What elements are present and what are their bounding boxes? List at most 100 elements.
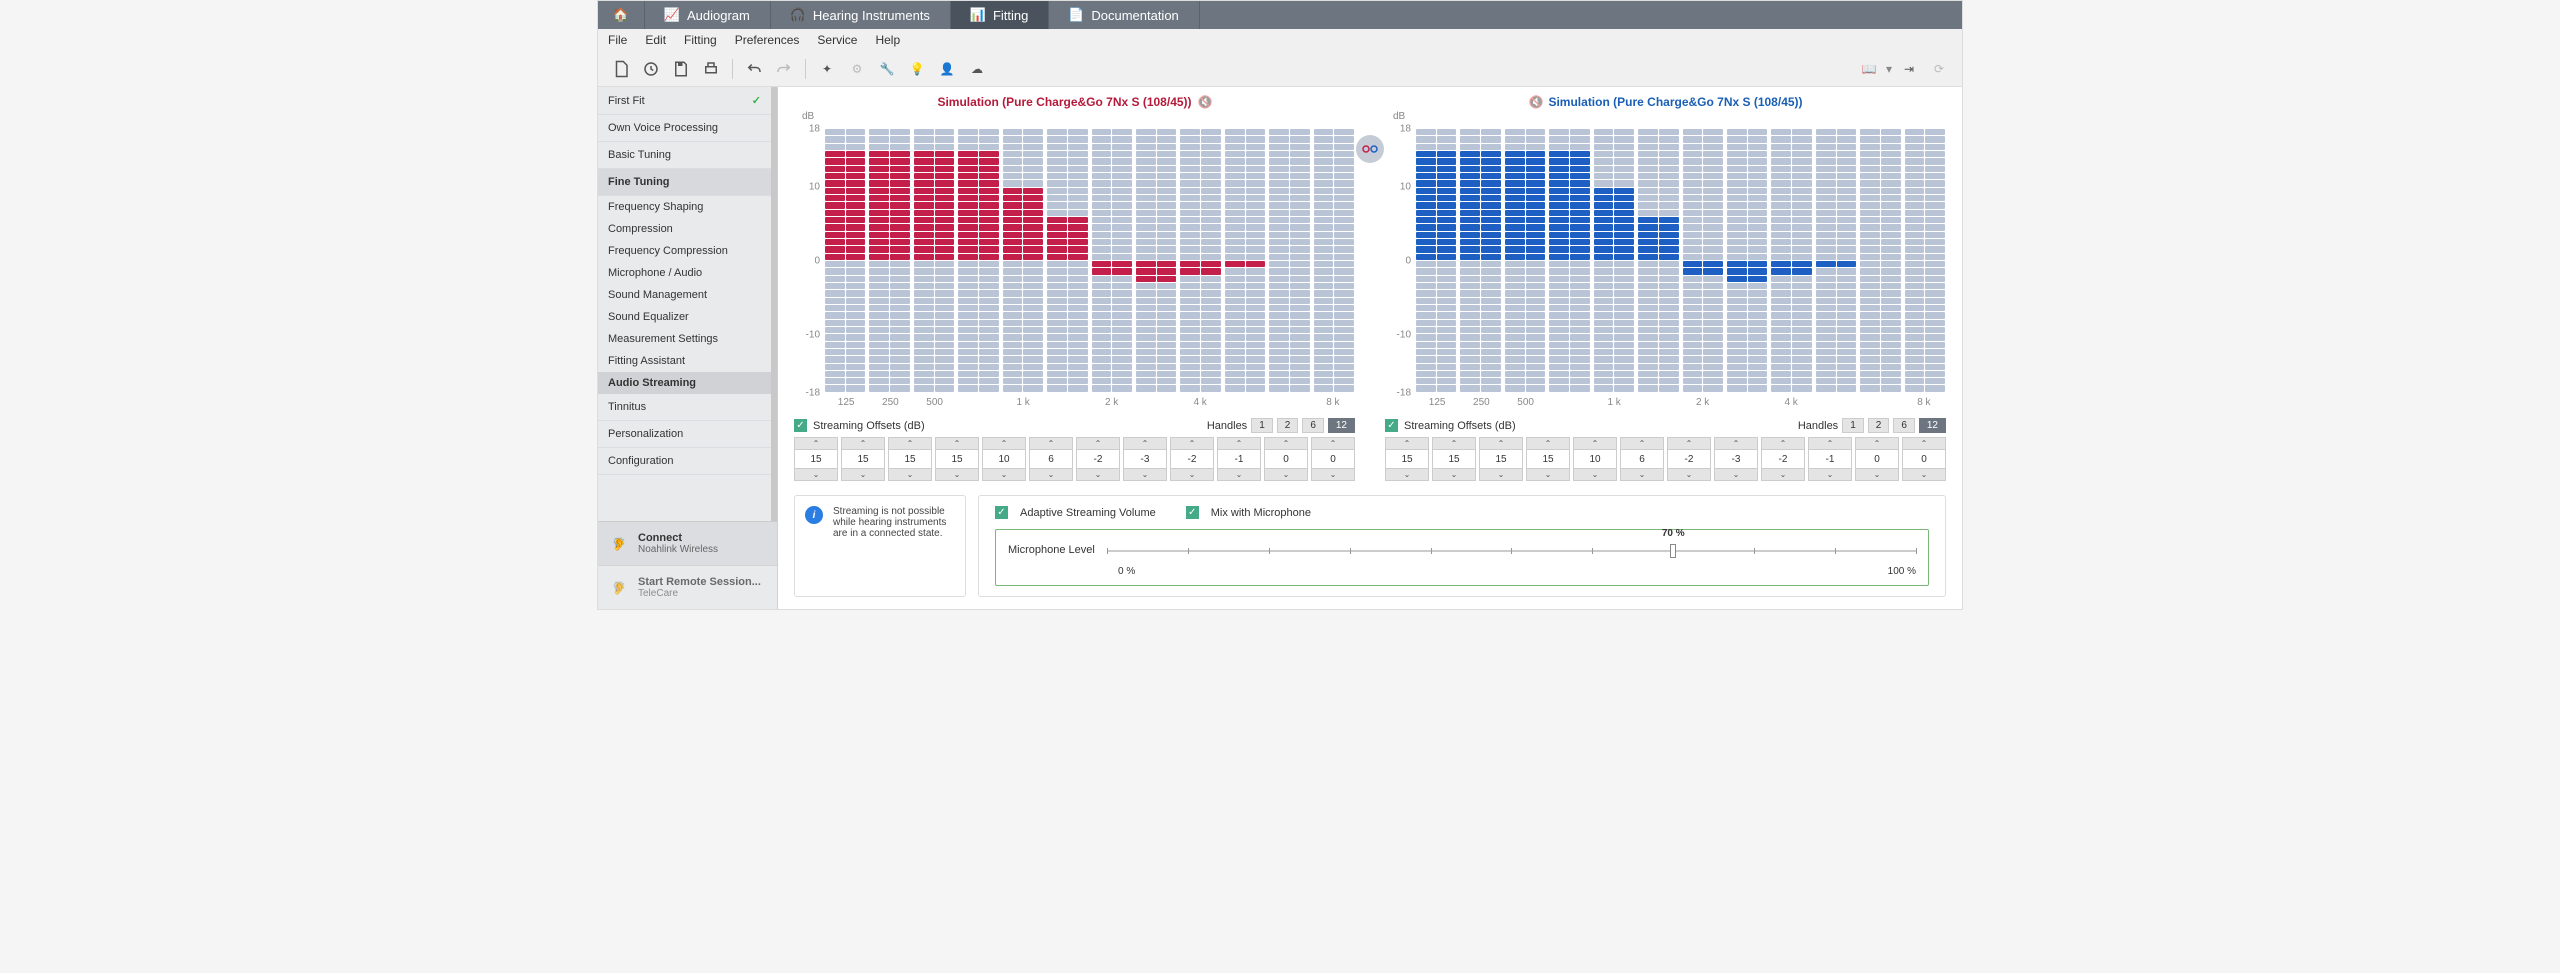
- step-up[interactable]: ⌃: [1526, 437, 1570, 450]
- bar-column[interactable]: [1548, 129, 1590, 393]
- sidebar-item-compression[interactable]: Compression: [598, 218, 771, 240]
- handles-1[interactable]: 1: [1251, 418, 1273, 433]
- streaming-offsets-checkbox[interactable]: ✓Streaming Offsets (dB)Handles12612: [1385, 418, 1946, 433]
- menu-preferences[interactable]: Preferences: [735, 33, 800, 47]
- link-ears-button[interactable]: [1356, 135, 1384, 163]
- sidebar-item-fitting-assistant[interactable]: Fitting Assistant: [598, 350, 771, 372]
- bar-column[interactable]: [1002, 129, 1044, 393]
- bar-column[interactable]: [1904, 129, 1946, 393]
- bar-column[interactable]: [1770, 129, 1812, 393]
- streaming-offsets-checkbox[interactable]: ✓Streaming Offsets (dB)Handles12612: [794, 418, 1355, 433]
- sidebar-item-basic-tuning[interactable]: Basic Tuning: [598, 142, 771, 169]
- step-up[interactable]: ⌃: [1217, 437, 1261, 450]
- step-up[interactable]: ⌃: [1123, 437, 1167, 450]
- tool-save[interactable]: [668, 56, 694, 82]
- sidebar-item-own-voice-processing[interactable]: Own Voice Processing: [598, 115, 771, 142]
- step-up[interactable]: ⌃: [1573, 437, 1617, 450]
- bar-column[interactable]: [1637, 129, 1679, 393]
- tool-new[interactable]: [608, 56, 634, 82]
- menu-service[interactable]: Service: [817, 33, 857, 47]
- mute-icon[interactable]: 🔇: [1198, 95, 1212, 109]
- step-down[interactable]: ⌄: [841, 468, 885, 481]
- bar-column[interactable]: [1859, 129, 1901, 393]
- tab-documentation[interactable]: 📄Documentation: [1049, 1, 1199, 29]
- sidebar-item-frequency-shaping[interactable]: Frequency Shaping: [598, 196, 771, 218]
- sidebar-item-measurement-settings[interactable]: Measurement Settings: [598, 328, 771, 350]
- sidebar-item-microphone-audio[interactable]: Microphone / Audio: [598, 262, 771, 284]
- step-down[interactable]: ⌄: [1029, 468, 1073, 481]
- bar-column[interactable]: [1268, 129, 1310, 393]
- step-up[interactable]: ⌃: [1667, 437, 1711, 450]
- chevron-down-icon[interactable]: ▾: [1886, 62, 1892, 76]
- tool-book[interactable]: 📖: [1856, 56, 1882, 82]
- step-down[interactable]: ⌄: [1808, 468, 1852, 481]
- bar-column[interactable]: [913, 129, 955, 393]
- bar-column[interactable]: [1046, 129, 1088, 393]
- sidebar-item-sound-management[interactable]: Sound Management: [598, 284, 771, 306]
- step-up[interactable]: ⌃: [1479, 437, 1523, 450]
- step-down[interactable]: ⌄: [888, 468, 932, 481]
- step-down[interactable]: ⌄: [1714, 468, 1758, 481]
- remote-session-button[interactable]: 🦻 Start Remote Session...TeleCare: [598, 565, 777, 609]
- step-up[interactable]: ⌃: [1264, 437, 1308, 450]
- handles-12[interactable]: 12: [1328, 418, 1355, 433]
- tab-hearing-instruments[interactable]: 🎧Hearing Instruments: [771, 1, 951, 29]
- step-up[interactable]: ⌃: [1761, 437, 1805, 450]
- tab-home[interactable]: 🏠: [598, 1, 645, 29]
- tool-print[interactable]: [698, 56, 724, 82]
- bar-column[interactable]: [1135, 129, 1177, 393]
- step-down[interactable]: ⌄: [1761, 468, 1805, 481]
- connect-button[interactable]: 🦻 ConnectNoahlink Wireless: [598, 521, 777, 565]
- adaptive-streaming-checkbox[interactable]: ✓Adaptive Streaming Volume: [995, 506, 1156, 519]
- tool-open-recent[interactable]: [638, 56, 664, 82]
- step-up[interactable]: ⌃: [841, 437, 885, 450]
- bar-column[interactable]: [868, 129, 910, 393]
- sidebar-item-audio-streaming[interactable]: Audio Streaming: [598, 372, 771, 394]
- step-up[interactable]: ⌃: [1714, 437, 1758, 450]
- bar-column[interactable]: [1726, 129, 1768, 393]
- step-down[interactable]: ⌄: [1432, 468, 1476, 481]
- step-down[interactable]: ⌄: [794, 468, 838, 481]
- step-up[interactable]: ⌃: [1311, 437, 1355, 450]
- tool-user[interactable]: 👤: [934, 56, 960, 82]
- bar-column[interactable]: [1682, 129, 1724, 393]
- menu-fitting[interactable]: Fitting: [684, 33, 717, 47]
- step-down[interactable]: ⌄: [982, 468, 1026, 481]
- bar-column[interactable]: [1593, 129, 1635, 393]
- tab-fitting[interactable]: 📊Fitting: [951, 1, 1049, 29]
- step-down[interactable]: ⌄: [1667, 468, 1711, 481]
- step-down[interactable]: ⌄: [1902, 468, 1946, 481]
- sidebar-scrollbar[interactable]: [771, 87, 777, 521]
- handles-6[interactable]: 6: [1302, 418, 1324, 433]
- step-down[interactable]: ⌄: [1479, 468, 1523, 481]
- step-up[interactable]: ⌃: [1855, 437, 1899, 450]
- step-up[interactable]: ⌃: [1385, 437, 1429, 450]
- tool-cloud[interactable]: ☁: [964, 56, 990, 82]
- bar-column[interactable]: [1313, 129, 1355, 393]
- bar-column[interactable]: [1179, 129, 1221, 393]
- tool-wrench[interactable]: 🔧: [874, 56, 900, 82]
- handles-2[interactable]: 2: [1277, 418, 1299, 433]
- handles-12[interactable]: 12: [1919, 418, 1946, 433]
- handles-1[interactable]: 1: [1842, 418, 1864, 433]
- step-up[interactable]: ⌃: [1620, 437, 1664, 450]
- sidebar-item-fine-tuning[interactable]: Fine Tuning: [598, 169, 771, 196]
- tool-bulb[interactable]: 💡: [904, 56, 930, 82]
- step-up[interactable]: ⌃: [888, 437, 932, 450]
- sidebar-item-tinnitus[interactable]: Tinnitus: [598, 394, 771, 421]
- step-up[interactable]: ⌃: [982, 437, 1026, 450]
- menu-file[interactable]: File: [608, 33, 627, 47]
- step-down[interactable]: ⌄: [1076, 468, 1120, 481]
- tool-wand[interactable]: ✦: [814, 56, 840, 82]
- bar-column[interactable]: [1504, 129, 1546, 393]
- bar-column[interactable]: [957, 129, 999, 393]
- step-up[interactable]: ⌃: [1170, 437, 1214, 450]
- step-up[interactable]: ⌃: [1808, 437, 1852, 450]
- step-up[interactable]: ⌃: [1902, 437, 1946, 450]
- step-up[interactable]: ⌃: [935, 437, 979, 450]
- step-up[interactable]: ⌃: [794, 437, 838, 450]
- handles-6[interactable]: 6: [1893, 418, 1915, 433]
- step-down[interactable]: ⌄: [935, 468, 979, 481]
- sidebar-item-personalization[interactable]: Personalization: [598, 421, 771, 448]
- bar-column[interactable]: [1224, 129, 1266, 393]
